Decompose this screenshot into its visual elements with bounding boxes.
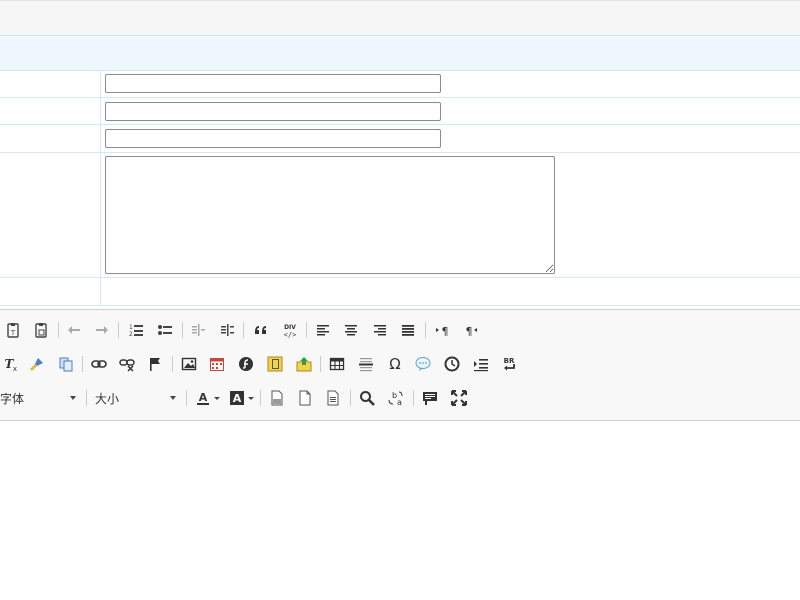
svg-text:A: A	[233, 392, 242, 405]
paste-text-icon[interactable]: T	[2, 319, 24, 341]
undo-icon[interactable]	[63, 319, 85, 341]
font-family-label: 字体	[0, 391, 25, 406]
background-color-button[interactable]: A	[226, 387, 256, 409]
toolbar-row-2: Tx Ω BR	[0, 350, 800, 378]
copy-format-icon[interactable]	[26, 353, 48, 375]
svg-text:A: A	[199, 391, 208, 404]
upload-icon[interactable]	[293, 353, 315, 375]
line-break-icon[interactable]: BR	[498, 353, 520, 375]
align-left-icon[interactable]	[312, 319, 334, 341]
paste-word-icon[interactable]	[30, 319, 52, 341]
toolbar-separator	[58, 322, 59, 338]
svg-text:x: x	[13, 365, 17, 372]
insert-date-icon[interactable]	[206, 353, 228, 375]
redo-icon[interactable]	[91, 319, 113, 341]
align-center-icon[interactable]	[340, 319, 362, 341]
background-color-icon: A	[230, 391, 244, 405]
insert-code-icon[interactable]	[470, 353, 492, 375]
svg-text:T: T	[10, 329, 16, 337]
preview-icon[interactable]	[266, 387, 288, 409]
chevron-down-icon	[70, 396, 76, 400]
svg-text:</>: </>	[284, 331, 297, 338]
maximize-icon[interactable]	[448, 387, 470, 409]
find-icon[interactable]	[356, 387, 378, 409]
text-field-1[interactable]	[105, 74, 441, 93]
replace-icon[interactable]: ba	[385, 387, 407, 409]
special-char-icon[interactable]: Ω	[384, 353, 406, 375]
toolbar-separator	[118, 322, 119, 338]
description-textarea[interactable]	[105, 156, 555, 274]
flash-icon[interactable]	[235, 353, 257, 375]
smiley-icon[interactable]	[412, 353, 434, 375]
toolbar-separator	[186, 390, 187, 406]
toolbar-separator	[182, 322, 183, 338]
align-right-icon[interactable]	[369, 319, 391, 341]
toolbar-separator	[86, 390, 87, 406]
indent-icon[interactable]	[216, 319, 238, 341]
svg-text:¶: ¶	[466, 325, 473, 338]
toolbar-separator	[413, 390, 414, 406]
show-blocks-icon[interactable]	[419, 387, 441, 409]
unlink-icon[interactable]	[116, 353, 138, 375]
toolbar-separator	[82, 356, 83, 372]
toolbar-separator	[260, 390, 261, 406]
text-field-2[interactable]	[105, 102, 441, 121]
create-div-icon[interactable]: DIV </>	[279, 319, 301, 341]
table-icon[interactable]	[326, 353, 348, 375]
image-icon[interactable]	[178, 353, 200, 375]
toolbar-separator	[172, 356, 173, 372]
svg-text:2: 2	[129, 331, 133, 338]
svg-text:¶: ¶	[442, 325, 449, 338]
ltr-icon[interactable]: ¶	[431, 319, 453, 341]
font-family-select[interactable]: 字体	[0, 387, 80, 409]
chevron-down-icon	[214, 397, 220, 400]
label-column-divider	[100, 70, 101, 306]
document-icon[interactable]	[322, 387, 344, 409]
svg-text:DIV: DIV	[284, 324, 296, 331]
bulleted-list-icon[interactable]	[154, 319, 176, 341]
numbered-list-icon[interactable]: 12	[125, 319, 147, 341]
special-char-glyph: Ω	[389, 355, 401, 373]
br-glyph: BR	[504, 357, 515, 365]
toolbar-separator	[243, 322, 244, 338]
blockquote-icon[interactable]	[250, 319, 272, 341]
horizontal-rule-icon[interactable]	[355, 353, 377, 375]
font-size-select[interactable]: 大小	[95, 387, 180, 409]
svg-text:a: a	[397, 398, 402, 406]
text-field-3[interactable]	[105, 129, 441, 148]
text-color-icon: A	[197, 391, 209, 405]
anchor-icon[interactable]	[144, 353, 166, 375]
toolbar-separator	[425, 322, 426, 338]
form-header-row	[0, 35, 800, 71]
link-icon[interactable]	[88, 353, 110, 375]
rtl-icon[interactable]: ¶	[460, 319, 482, 341]
insert-file-icon[interactable]	[264, 353, 286, 375]
top-bar	[0, 0, 800, 36]
svg-text:1: 1	[129, 324, 133, 331]
toolbar-separator	[306, 322, 307, 338]
remove-format-icon[interactable]: Tx	[0, 353, 22, 375]
chevron-down-icon	[170, 396, 176, 400]
toolbar-separator	[350, 390, 351, 406]
templates-icon[interactable]	[55, 353, 77, 375]
toolbar-row-3: 字体 大小 A A ba	[0, 384, 800, 412]
rich-text-editor-toolbar: T 12 DIV </> ¶ ¶ T x Ω BR 字体 大小 A A b a	[0, 309, 800, 421]
toolbar-separator	[320, 356, 321, 372]
text-color-button[interactable]: A	[192, 387, 222, 409]
chevron-down-icon	[248, 397, 254, 400]
form-row	[0, 278, 800, 306]
font-size-label: 大小	[95, 391, 120, 406]
clock-icon[interactable]	[441, 353, 463, 375]
justify-icon[interactable]	[397, 319, 419, 341]
toolbar-row-1: T 12 DIV </> ¶ ¶	[0, 316, 800, 344]
outdent-icon[interactable]	[187, 319, 209, 341]
new-page-icon[interactable]	[294, 387, 316, 409]
